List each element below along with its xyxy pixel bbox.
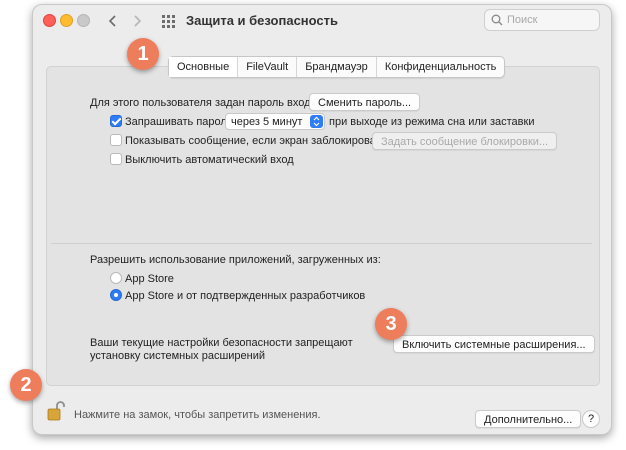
- change-password-button[interactable]: Сменить пароль...: [309, 93, 421, 111]
- search-field[interactable]: [484, 9, 600, 31]
- tab-filevault[interactable]: FileVault: [237, 57, 296, 77]
- window-title: Защита и безопасность: [186, 13, 339, 28]
- disable-autologin-checkbox[interactable]: [110, 153, 122, 165]
- lock-button[interactable]: [47, 400, 65, 425]
- search-icon: [491, 14, 503, 26]
- downloads-heading: Разрешить использование приложений, загр…: [90, 254, 381, 266]
- show-all-button[interactable]: [162, 15, 175, 28]
- advanced-button[interactable]: Дополнительно...: [475, 410, 582, 428]
- password-status-text: Для этого пользователя задан пароль вход…: [90, 97, 317, 109]
- radio-app-store[interactable]: [110, 272, 122, 284]
- minimize-window-button[interactable]: [60, 14, 73, 27]
- password-delay-select[interactable]: через 5 минут: [225, 113, 325, 130]
- tab-firewall[interactable]: Брандмауэр: [296, 57, 376, 77]
- preferences-window: Защита и безопасность Основные FileVault…: [32, 4, 612, 435]
- set-lock-message-button[interactable]: Задать сообщение блокировки...: [372, 132, 558, 150]
- extensions-text-line1: Ваши текущие настройки безопасности запр…: [90, 337, 353, 349]
- radio-app-store-identified[interactable]: [110, 289, 122, 301]
- enable-system-extensions-button[interactable]: Включить системные расширения...: [393, 335, 595, 353]
- chevron-left-icon: [108, 15, 116, 27]
- section-divider: [51, 243, 592, 244]
- lock-hint-text: Нажмите на замок, чтобы запретить измене…: [74, 409, 321, 421]
- popup-arrows-icon: [310, 115, 323, 128]
- show-message-label: Показывать сообщение, если экран заблоки…: [125, 135, 382, 147]
- radio-app-store-identified-label: App Store и от подтвержденных разработчи…: [125, 290, 366, 302]
- require-password-checkbox[interactable]: [110, 115, 122, 127]
- tab-privacy[interactable]: Конфиденциальность: [375, 57, 505, 77]
- extensions-text-line2: установку системных расширений: [90, 350, 266, 362]
- zoom-window-button[interactable]: [77, 14, 90, 27]
- callout-badge-1: 1: [127, 38, 159, 70]
- search-input[interactable]: [507, 12, 593, 28]
- lock-open-icon: [47, 401, 65, 421]
- title-bar: Защита и безопасность: [33, 5, 611, 39]
- radio-app-store-label: App Store: [125, 273, 174, 285]
- show-message-checkbox[interactable]: [110, 134, 122, 146]
- forward-button[interactable]: [128, 11, 146, 31]
- require-password-suffix: при выходе из режима сна или заставки: [329, 116, 535, 128]
- grid-icon: [162, 15, 175, 28]
- close-window-button[interactable]: [43, 14, 56, 27]
- tab-general[interactable]: Основные: [169, 57, 238, 77]
- require-password-label: Запрашивать пароль: [125, 116, 233, 128]
- disable-autologin-label: Выключить автоматический вход: [125, 154, 294, 166]
- back-button[interactable]: [104, 11, 122, 31]
- chevron-right-icon: [134, 15, 142, 27]
- callout-badge-2: 2: [10, 369, 42, 401]
- callout-badge-3: 3: [375, 308, 407, 340]
- password-delay-value: через 5 минут: [231, 116, 303, 128]
- help-button[interactable]: ?: [582, 410, 600, 428]
- tab-bar: Основные FileVault Брандмауэр Конфиденци…: [168, 56, 506, 78]
